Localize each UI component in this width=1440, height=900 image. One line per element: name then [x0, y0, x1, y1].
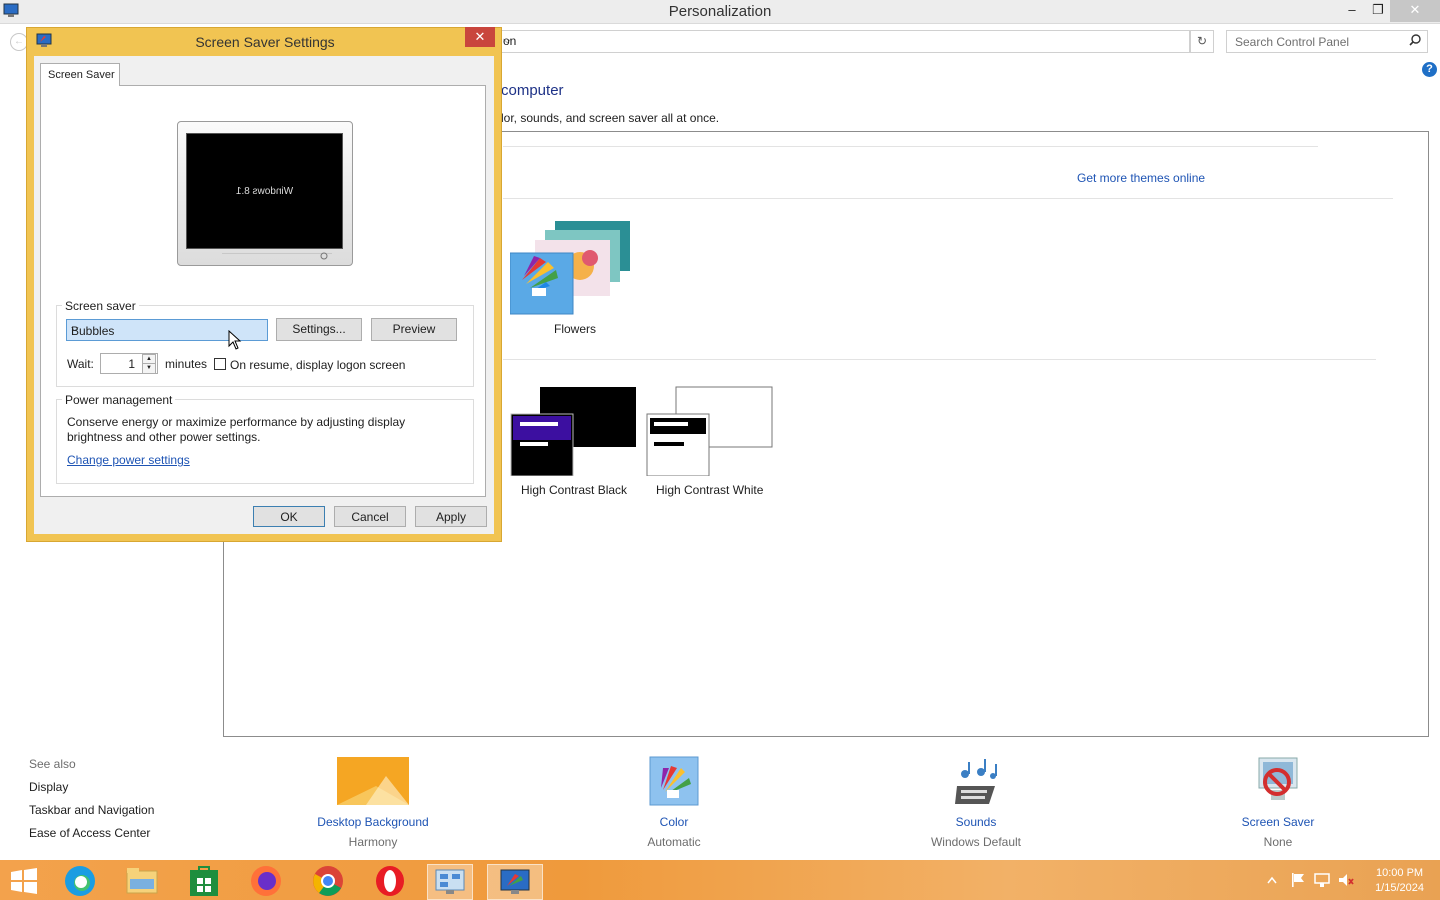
sounds-icon	[955, 759, 997, 804]
window-titlebar: Personalization – ❐ ✕	[0, 0, 1440, 24]
restore-button[interactable]: ❐	[1364, 0, 1392, 22]
taskbar	[0, 860, 1440, 900]
apply-button[interactable]: Apply	[415, 506, 487, 527]
windows-logo-icon	[11, 868, 37, 894]
tab-screen-saver-label: Screen Saver	[48, 69, 115, 81]
taskbar-clock[interactable]: 10:00 PM 1/15/2024	[1375, 866, 1424, 896]
color-item[interactable]: Color Automatic	[584, 756, 764, 849]
dialog-title: Screen Saver Settings	[195, 34, 335, 50]
screen-saver-value: None	[1263, 835, 1293, 849]
taskbar-opera[interactable]	[368, 864, 412, 898]
sounds-label: Sounds	[955, 815, 997, 829]
get-more-themes-link[interactable]: Get more themes online	[1077, 171, 1205, 185]
theme-high-contrast-black-label: High Contrast Black	[521, 483, 628, 497]
sounds-item[interactable]: Sounds Windows Default	[886, 756, 1066, 849]
show-hidden-icons-icon[interactable]	[1266, 875, 1278, 885]
screen-saver-item[interactable]: Screen Saver None	[1188, 756, 1368, 849]
close-button[interactable]: ✕	[1390, 0, 1440, 22]
opera-icon	[376, 866, 404, 896]
start-button[interactable]	[2, 864, 46, 898]
page-heading: computer	[501, 82, 564, 99]
screen-saver-group-title: Screen saver	[62, 299, 139, 313]
folder-icon	[126, 868, 158, 894]
see-also-taskbar-link[interactable]: Taskbar and Navigation	[29, 803, 154, 817]
refresh-icon[interactable]: ↻	[1190, 30, 1214, 53]
taskbar-firefox[interactable]	[244, 864, 288, 898]
color-icon	[649, 756, 699, 806]
taskbar-store[interactable]	[182, 864, 226, 898]
monitor-power-icon	[320, 252, 328, 260]
personalization-icon	[500, 869, 530, 894]
minutes-label: minutes	[165, 357, 208, 371]
monitor-base	[222, 253, 332, 264]
taskbar-personalization[interactable]	[487, 864, 543, 900]
power-management-title: Power management	[62, 393, 176, 407]
wait-value: 1	[128, 357, 135, 371]
clock-time: 10:00 PM	[1375, 867, 1424, 879]
theme-flowers-label: Flowers	[554, 322, 597, 336]
flag-icon[interactable]	[1290, 872, 1306, 888]
search-icon[interactable]	[1408, 33, 1422, 47]
flowers-theme-thumbnail-icon	[509, 221, 630, 315]
tab-screen-saver[interactable]: Screen Saver	[40, 63, 120, 86]
page-subheading: lor, sounds, and screen saver all at onc…	[501, 111, 720, 125]
search-placeholder: Search Control Panel	[1235, 35, 1350, 49]
taskbar-chrome[interactable]	[306, 864, 350, 898]
dialog-close-button[interactable]: ✕	[465, 27, 495, 47]
chevron-down-icon[interactable]: ⌵	[503, 34, 1185, 47]
preview-text: Windows 8.1	[235, 186, 294, 197]
address-bar[interactable]: on ⌵	[498, 30, 1190, 53]
see-also-heading: See also	[29, 757, 76, 771]
minimize-button[interactable]: –	[1338, 0, 1366, 22]
screen-saver-label: Screen Saver	[1241, 815, 1315, 829]
store-icon	[190, 866, 218, 896]
taskbar-file-explorer[interactable]	[120, 864, 164, 898]
resume-logon-checkbox[interactable]	[214, 358, 226, 370]
help-icon[interactable]: ?	[1422, 62, 1437, 77]
change-power-settings-link[interactable]: Change power settings	[67, 453, 190, 467]
preview-screen: Windows 8.1	[186, 133, 343, 249]
ok-button[interactable]: OK	[253, 506, 325, 527]
theme-flowers[interactable]	[509, 218, 635, 318]
chrome-icon	[313, 866, 343, 896]
wait-minutes-stepper[interactable]: 1 ▲ ▼	[100, 353, 158, 374]
desktop-background-label: Desktop Background	[317, 815, 429, 829]
spin-down-icon[interactable]: ▼	[142, 363, 156, 374]
preview-button[interactable]: Preview	[371, 318, 457, 341]
high-contrast-black-thumbnail-icon	[510, 387, 636, 477]
control-panel-icon	[435, 869, 465, 894]
clock-date: 1/15/2024	[1375, 882, 1424, 894]
desktop-background-item[interactable]: Desktop Background Harmony	[283, 756, 463, 849]
color-label: Color	[659, 815, 689, 829]
desktop-background-value: Harmony	[348, 835, 398, 849]
resume-logon-label: On resume, display logon screen	[230, 358, 406, 372]
mouse-cursor-icon	[228, 330, 242, 350]
network-icon[interactable]	[1313, 872, 1331, 888]
desktop-background-icon	[337, 757, 409, 805]
divider	[503, 198, 1393, 199]
sounds-value: Windows Default	[930, 835, 1022, 849]
screen-saver-icon	[1258, 757, 1298, 800]
window-title: Personalization	[668, 3, 772, 20]
high-contrast-white-thumbnail-icon	[646, 386, 773, 477]
wait-label: Wait:	[67, 357, 94, 371]
search-input[interactable]: Search Control Panel	[1226, 30, 1428, 53]
see-also-ease-of-access-link[interactable]: Ease of Access Center	[29, 826, 150, 840]
taskbar-edge[interactable]	[58, 864, 102, 898]
edge-icon	[65, 866, 95, 896]
cancel-button[interactable]: Cancel	[334, 506, 406, 527]
taskbar-control-panel[interactable]	[427, 864, 473, 900]
firefox-icon	[251, 866, 281, 896]
divider	[503, 146, 1318, 147]
theme-high-contrast-black[interactable]	[510, 386, 638, 477]
theme-high-contrast-white[interactable]	[646, 386, 774, 477]
see-also-display-link[interactable]: Display	[29, 780, 68, 794]
theme-high-contrast-white-label: High Contrast White	[656, 483, 764, 497]
settings-button[interactable]: Settings...	[276, 318, 362, 341]
dialog-app-icon	[36, 33, 52, 47]
divider	[503, 359, 1376, 360]
power-description: Conserve energy or maximize performance …	[67, 415, 406, 444]
color-value: Automatic	[647, 835, 701, 849]
volume-muted-icon[interactable]	[1337, 872, 1355, 888]
